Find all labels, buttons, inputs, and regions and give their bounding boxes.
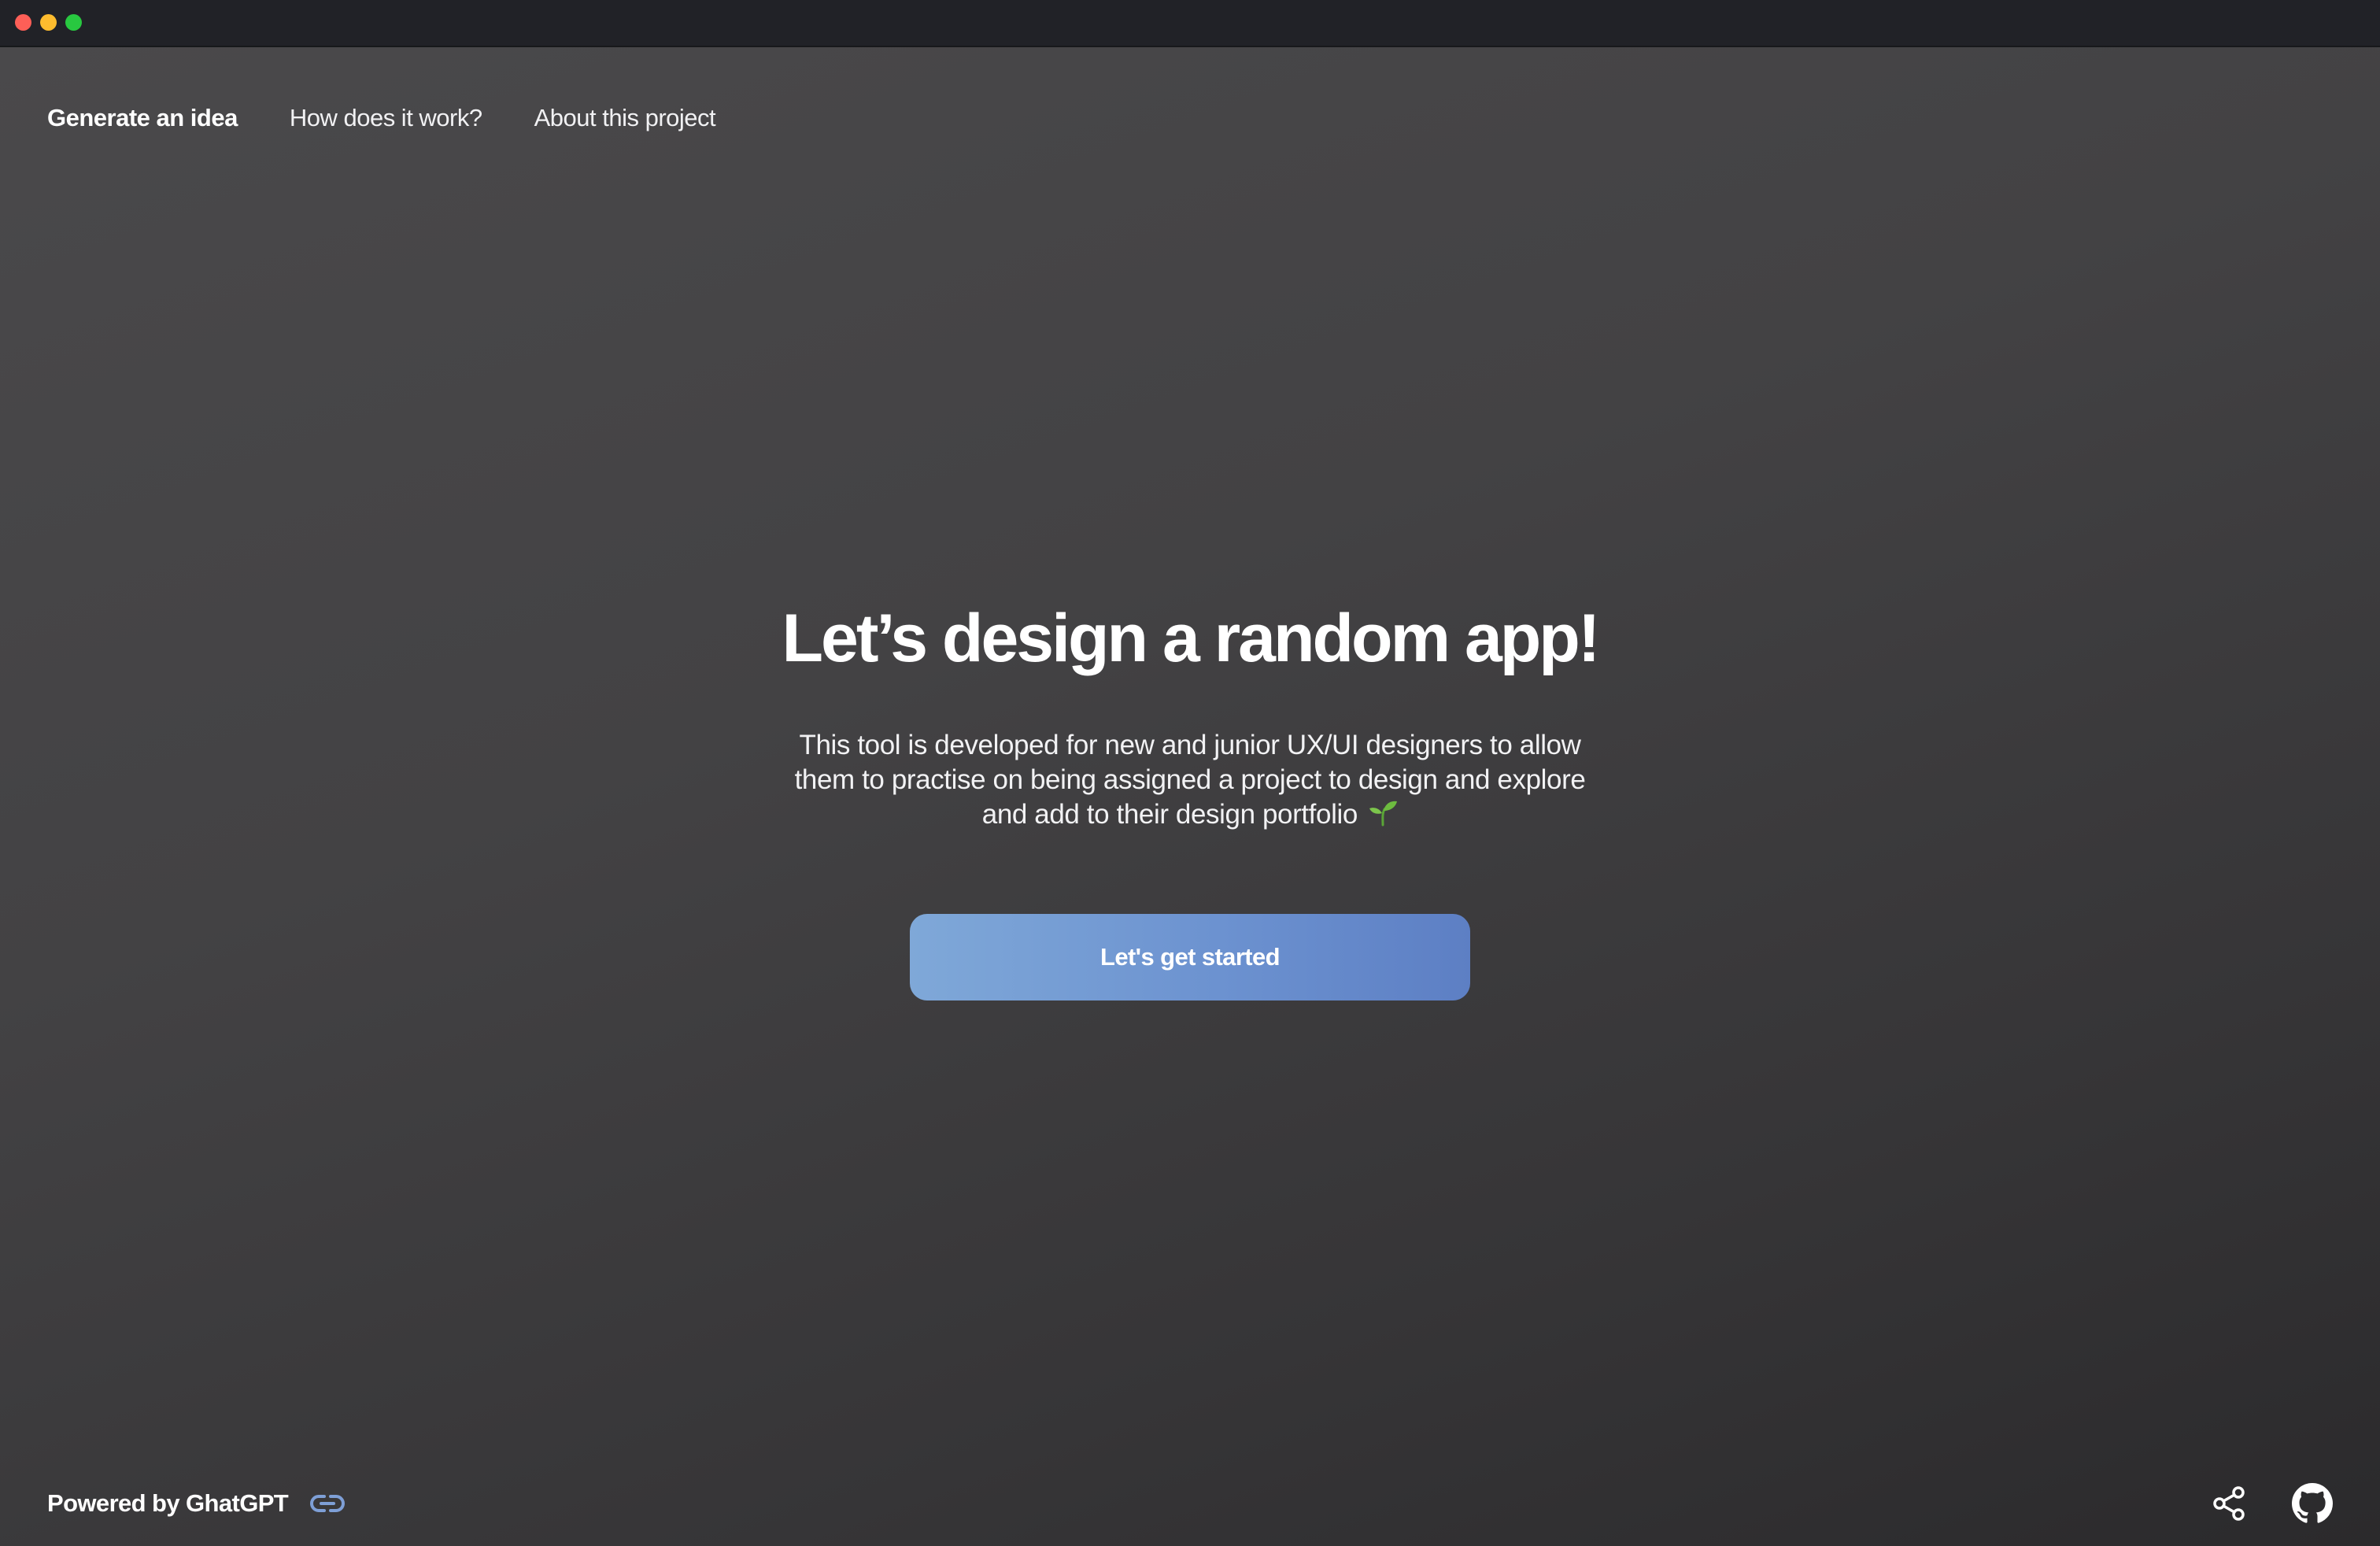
footer-actions — [2212, 1480, 2333, 1527]
hero-description-text: This tool is developed for new and junio… — [794, 730, 1586, 830]
hero-description: This tool is developed for new and junio… — [773, 728, 1607, 835]
hero-section: Let’s design a random app! This tool is … — [0, 598, 2380, 1001]
get-started-button[interactable]: Let's get started — [910, 914, 1470, 1001]
footer-credits: Powered by GhatGPT — [47, 1480, 346, 1527]
link-icon[interactable] — [310, 1492, 346, 1515]
powered-by-label: Powered by GhatGPT — [47, 1489, 289, 1517]
window-minimize-button[interactable] — [40, 14, 57, 31]
nav-about-project[interactable]: About this project — [534, 104, 716, 132]
window-maximize-button[interactable] — [65, 14, 82, 31]
nav-how-does-it-work[interactable]: How does it work? — [290, 104, 482, 132]
share-icon[interactable] — [2212, 1485, 2246, 1522]
github-icon[interactable] — [2292, 1483, 2333, 1524]
page-title: Let’s design a random app! — [782, 601, 1601, 676]
top-nav: Generate an idea How does it work? About… — [47, 94, 716, 142]
seedling-icon — [1368, 798, 1398, 835]
window-titlebar — [0, 0, 2380, 47]
nav-generate-idea[interactable]: Generate an idea — [47, 104, 238, 132]
window-close-button[interactable] — [15, 14, 31, 31]
page: Generate an idea How does it work? About… — [0, 47, 2380, 1546]
